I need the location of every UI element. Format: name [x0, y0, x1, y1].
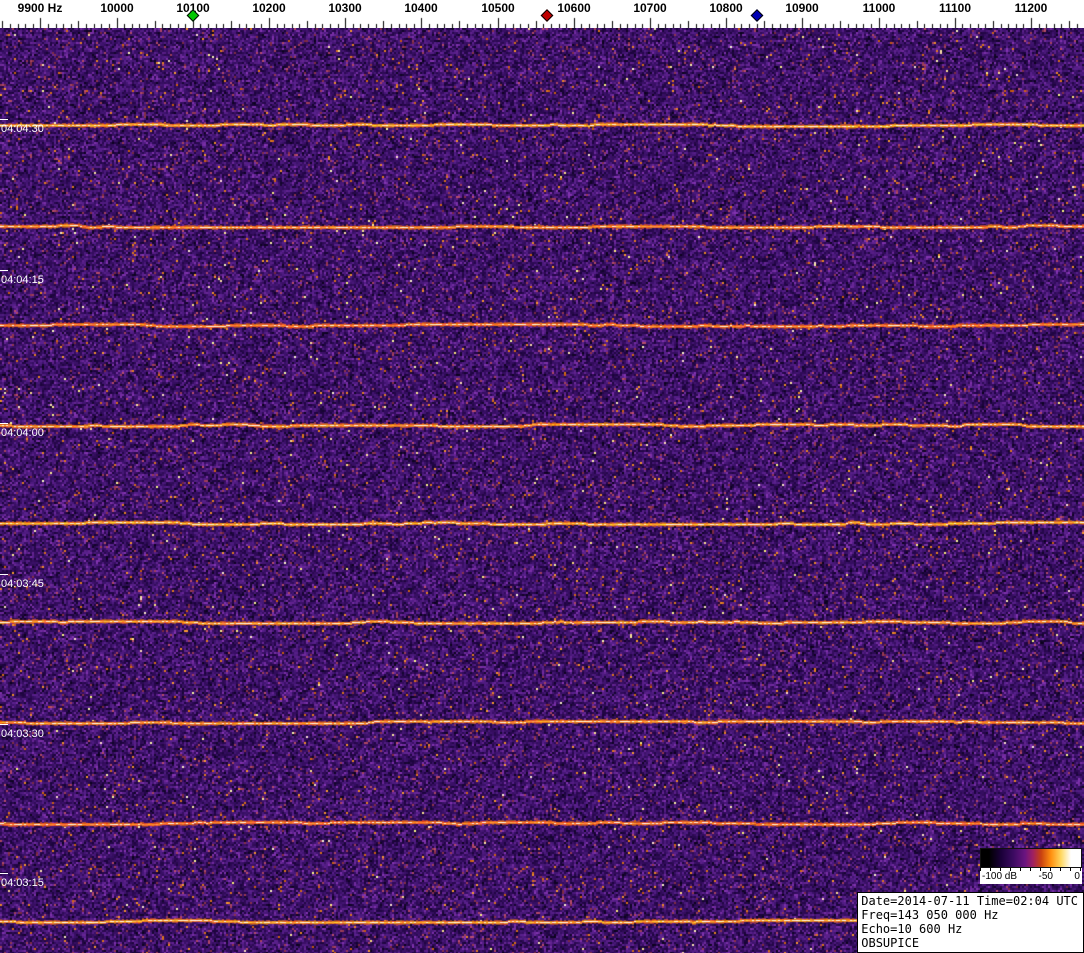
time-tick-label: 04:03:30 — [1, 728, 44, 740]
freq-tick-label-10200: 10200 — [252, 1, 286, 15]
time-tick-mark — [0, 423, 8, 424]
freq-tick-label-10000: 10000 — [100, 1, 134, 15]
freq-tick-label-10400: 10400 — [404, 1, 438, 15]
colormap-gradient-bar — [980, 848, 1082, 868]
legend-max-label: 0 — [1074, 871, 1080, 882]
time-tick-mark — [0, 873, 8, 874]
time-tick-label: 04:04:00 — [1, 427, 44, 439]
freq-tick-label-11000: 11000 — [862, 1, 896, 15]
info-station-name: OBSUPICE — [861, 936, 920, 950]
time-tick-label: 04:03:45 — [1, 578, 44, 590]
freq-tick-label-11100: 11100 — [938, 1, 972, 15]
time-tick-mark — [0, 270, 8, 271]
waterfall-display[interactable]: 04:04:30 04:04:15 04:04:00 04:03:45 04:03:30… — [0, 28, 1084, 953]
intensity-legend: -100 dB -50 0 — [980, 848, 1082, 884]
freq-tick-label-10900: 10900 — [785, 1, 819, 15]
freq-tick-label-11200: 11200 — [1014, 1, 1048, 15]
freq-tick-label-10300: 10300 — [328, 1, 362, 15]
observation-info-box: Date=2014-07-11 Time=02:04 UTC Freq=143 … — [857, 892, 1084, 953]
freq-tick-label-10500: 10500 — [481, 1, 515, 15]
legend-min-label: -100 dB — [982, 871, 1018, 882]
spectrogram-app: 9900 Hz 10000 10100 10200 10300 10400 10500 106… — [0, 0, 1084, 953]
freq-tick-label-10800: 10800 — [709, 1, 743, 15]
time-tick-mark — [0, 574, 8, 575]
time-tick-mark — [0, 119, 8, 120]
waterfall-canvas[interactable] — [0, 28, 1084, 953]
freq-tick-label-10600: 10600 — [557, 1, 591, 15]
info-receiver-frequency: Freq=143 050 000 Hz — [861, 908, 999, 922]
legend-mid-label: -50 — [1038, 871, 1053, 882]
frequency-ruler[interactable]: 9900 Hz 10000 10100 10200 10300 10400 10500 106… — [0, 0, 1084, 28]
freq-tick-label-10700: 10700 — [633, 1, 667, 15]
freq-tick-label-9900: 9900 Hz — [17, 1, 63, 15]
time-tick-label: 04:03:15 — [1, 877, 44, 889]
legend-labels: -100 dB -50 0 — [980, 871, 1082, 884]
info-echo-frequency: Echo=10 600 Hz — [861, 922, 963, 936]
info-date-time: Date=2014-07-11 Time=02:04 UTC — [861, 894, 1078, 908]
time-tick-mark — [0, 724, 8, 725]
time-tick-label: 04:04:30 — [1, 123, 44, 135]
time-tick-label: 04:04:15 — [1, 274, 44, 286]
